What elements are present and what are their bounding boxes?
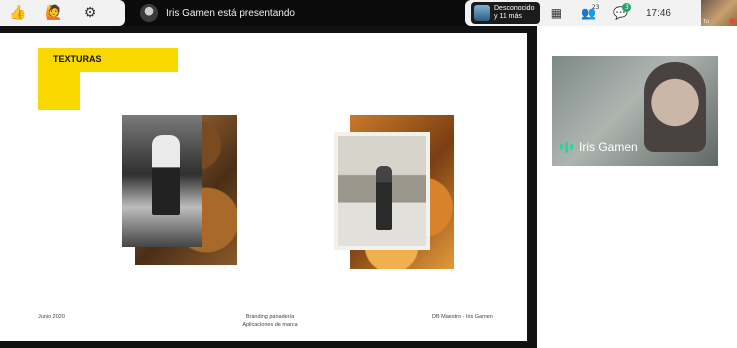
thumbs-up-icon[interactable]: 👍 <box>0 0 36 26</box>
chat-icon[interactable]: 💬 3 <box>604 0 636 26</box>
presenter-avatar <box>140 4 158 22</box>
self-label: Tú <box>703 19 709 25</box>
clock: 17:46 <box>645 7 671 19</box>
speaker-nameplate: Iris Gamen <box>560 140 638 154</box>
presenter-text: Iris Gamen está presentando <box>166 7 295 19</box>
speaker-video <box>644 62 706 152</box>
people-icon[interactable]: 👥 23 <box>572 0 604 26</box>
vintage-man-figure <box>376 166 392 230</box>
footer-project-line2: Aplicaciones de marca <box>242 322 298 328</box>
footer-project-line1: Branding panadería <box>245 314 295 320</box>
top-bar: 👍 🙋 ⚙ Iris Gamen está presentando Descon… <box>0 0 737 26</box>
participant-preview[interactable]: Desconocido y 11 más <box>471 2 541 24</box>
left-toolbar: 👍 🙋 ⚙ <box>0 0 125 26</box>
people-count: 23 <box>591 4 600 11</box>
vintage-photo-2-scene <box>338 136 426 246</box>
self-view-thumbnail[interactable]: Tú <box>701 0 737 26</box>
speaker-video-tile[interactable]: Iris Gamen <box>552 56 718 166</box>
footer-date: Junio 2020 <box>38 314 65 320</box>
meeting-window: 👍 🙋 ⚙ Iris Gamen está presentando Descon… <box>0 0 737 348</box>
presenter-indicator: Iris Gamen está presentando <box>140 3 295 23</box>
gear-icon[interactable]: ⚙ <box>72 0 108 26</box>
vintage-photo-2 <box>334 132 430 250</box>
slide-title: TEXTURAS <box>53 54 102 64</box>
vintage-figure <box>152 135 180 215</box>
presentation-slide: TEXTURAS Junio 2020 Branding panadería A… <box>0 33 527 341</box>
footer-project: Branding panadería Aplicaciones de marca <box>230 313 310 329</box>
grid-icon[interactable]: ▦ <box>540 0 572 26</box>
participant-preview-line2: y 11 más <box>494 13 522 20</box>
speaker-name: Iris Gamen <box>579 140 638 154</box>
participant-preview-line1: Desconocido <box>494 5 535 12</box>
speaking-indicator-icon <box>560 141 573 153</box>
right-toolbar: Desconocido y 11 más ▦ 👥 23 💬 3 17:46 Tú <box>465 0 737 26</box>
footer-author: DB Maestro - Iris Gamen <box>432 314 493 320</box>
mic-muted-icon <box>729 18 735 24</box>
vintage-photo-1 <box>122 115 202 247</box>
chat-badge: 3 <box>622 3 632 12</box>
participant-avatar <box>474 5 490 21</box>
raised-hand-icon[interactable]: 🙋 <box>36 0 72 26</box>
